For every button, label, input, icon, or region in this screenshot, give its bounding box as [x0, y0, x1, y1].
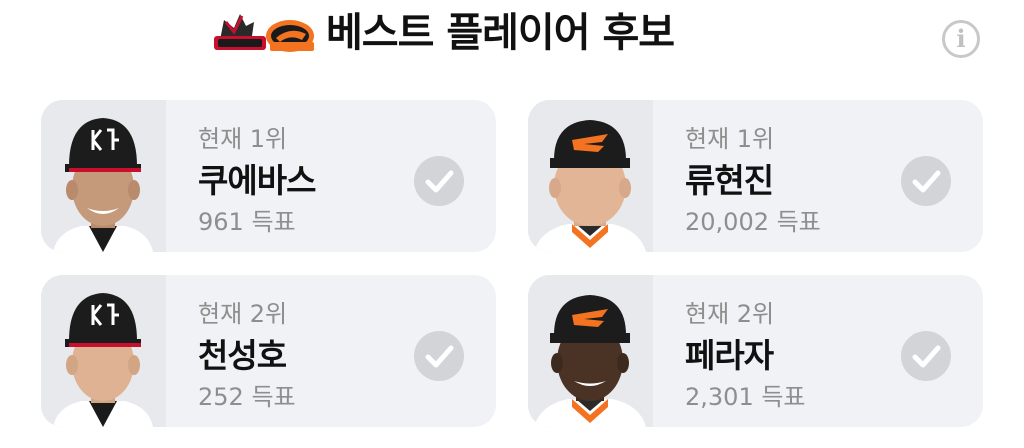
page-title: 베스트 플레이어 후보 — [326, 10, 675, 56]
player-photo — [41, 275, 166, 427]
check-icon[interactable] — [414, 156, 464, 206]
candidate-votes: 252 득표 — [198, 383, 296, 411]
check-icon[interactable] — [414, 331, 464, 381]
candidate-card[interactable]: 현재 1위 류현진 20,002 득표 — [528, 100, 983, 252]
check-icon[interactable] — [901, 331, 951, 381]
candidate-name: 천성호 — [198, 336, 287, 375]
matchup-logo — [210, 6, 318, 62]
info-icon[interactable]: i — [942, 20, 980, 58]
candidate-rank: 현재 1위 — [685, 125, 775, 153]
player-photo — [41, 100, 166, 252]
candidate-name: 류현진 — [685, 161, 774, 200]
candidate-votes: 20,002 득표 — [685, 208, 821, 236]
player-photo — [528, 275, 653, 427]
candidate-name: 쿠에바스 — [198, 161, 316, 200]
header: 베스트 플레이어 후보 i — [0, 0, 1024, 72]
candidate-card[interactable]: 현재 2위 천성호 252 득표 — [41, 275, 496, 427]
candidate-card[interactable]: 현재 1위 쿠에바스 961 득표 — [41, 100, 496, 252]
candidate-rank: 현재 2위 — [198, 300, 288, 328]
candidate-votes: 961 득표 — [198, 208, 296, 236]
candidate-votes: 2,301 득표 — [685, 383, 806, 411]
candidate-card[interactable]: 현재 2위 페라자 2,301 득표 — [528, 275, 983, 427]
candidate-name: 페라자 — [685, 336, 774, 375]
candidate-rank: 현재 1위 — [198, 125, 288, 153]
player-photo — [528, 100, 653, 252]
candidate-rank: 현재 2위 — [685, 300, 775, 328]
check-icon[interactable] — [901, 156, 951, 206]
